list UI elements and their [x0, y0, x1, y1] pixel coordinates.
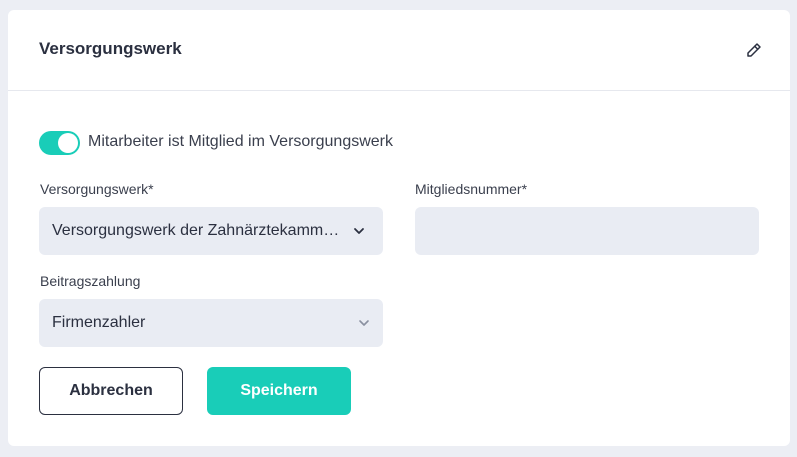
chevron-down-icon	[359, 320, 369, 326]
mitgliedsnummer-label: Mitgliedsnummer*	[415, 181, 528, 197]
versorgungswerk-value: Versorgungswerk der Zahnärztekamm…	[52, 222, 340, 239]
member-toggle[interactable]	[39, 131, 80, 155]
mitgliedsnummer-input[interactable]	[415, 207, 759, 255]
chevron-down-icon	[354, 228, 364, 234]
versorgungswerk-select[interactable]: Versorgungswerk der Zahnärztekamm…	[39, 207, 383, 255]
pencil-icon	[747, 43, 761, 57]
beitragszahlung-label: Beitragszahlung	[40, 273, 141, 289]
cancel-button[interactable]: Abbrechen	[39, 367, 183, 415]
beitragszahlung-value: Firmenzahler	[52, 314, 146, 331]
card-header: Versorgungswerk	[8, 10, 790, 91]
toggle-knob	[58, 133, 78, 153]
card-title: Versorgungswerk	[39, 39, 182, 58]
versorgungswerk-card: Versorgungswerk Mitarbeiter ist Mitglied…	[8, 10, 790, 446]
beitragszahlung-select[interactable]: Firmenzahler	[39, 299, 383, 347]
edit-button[interactable]	[742, 38, 766, 62]
versorgungswerk-label: Versorgungswerk*	[40, 181, 154, 197]
member-toggle-label: Mitarbeiter ist Mitglied im Versorgungsw…	[88, 133, 393, 150]
save-button[interactable]: Speichern	[207, 367, 351, 415]
